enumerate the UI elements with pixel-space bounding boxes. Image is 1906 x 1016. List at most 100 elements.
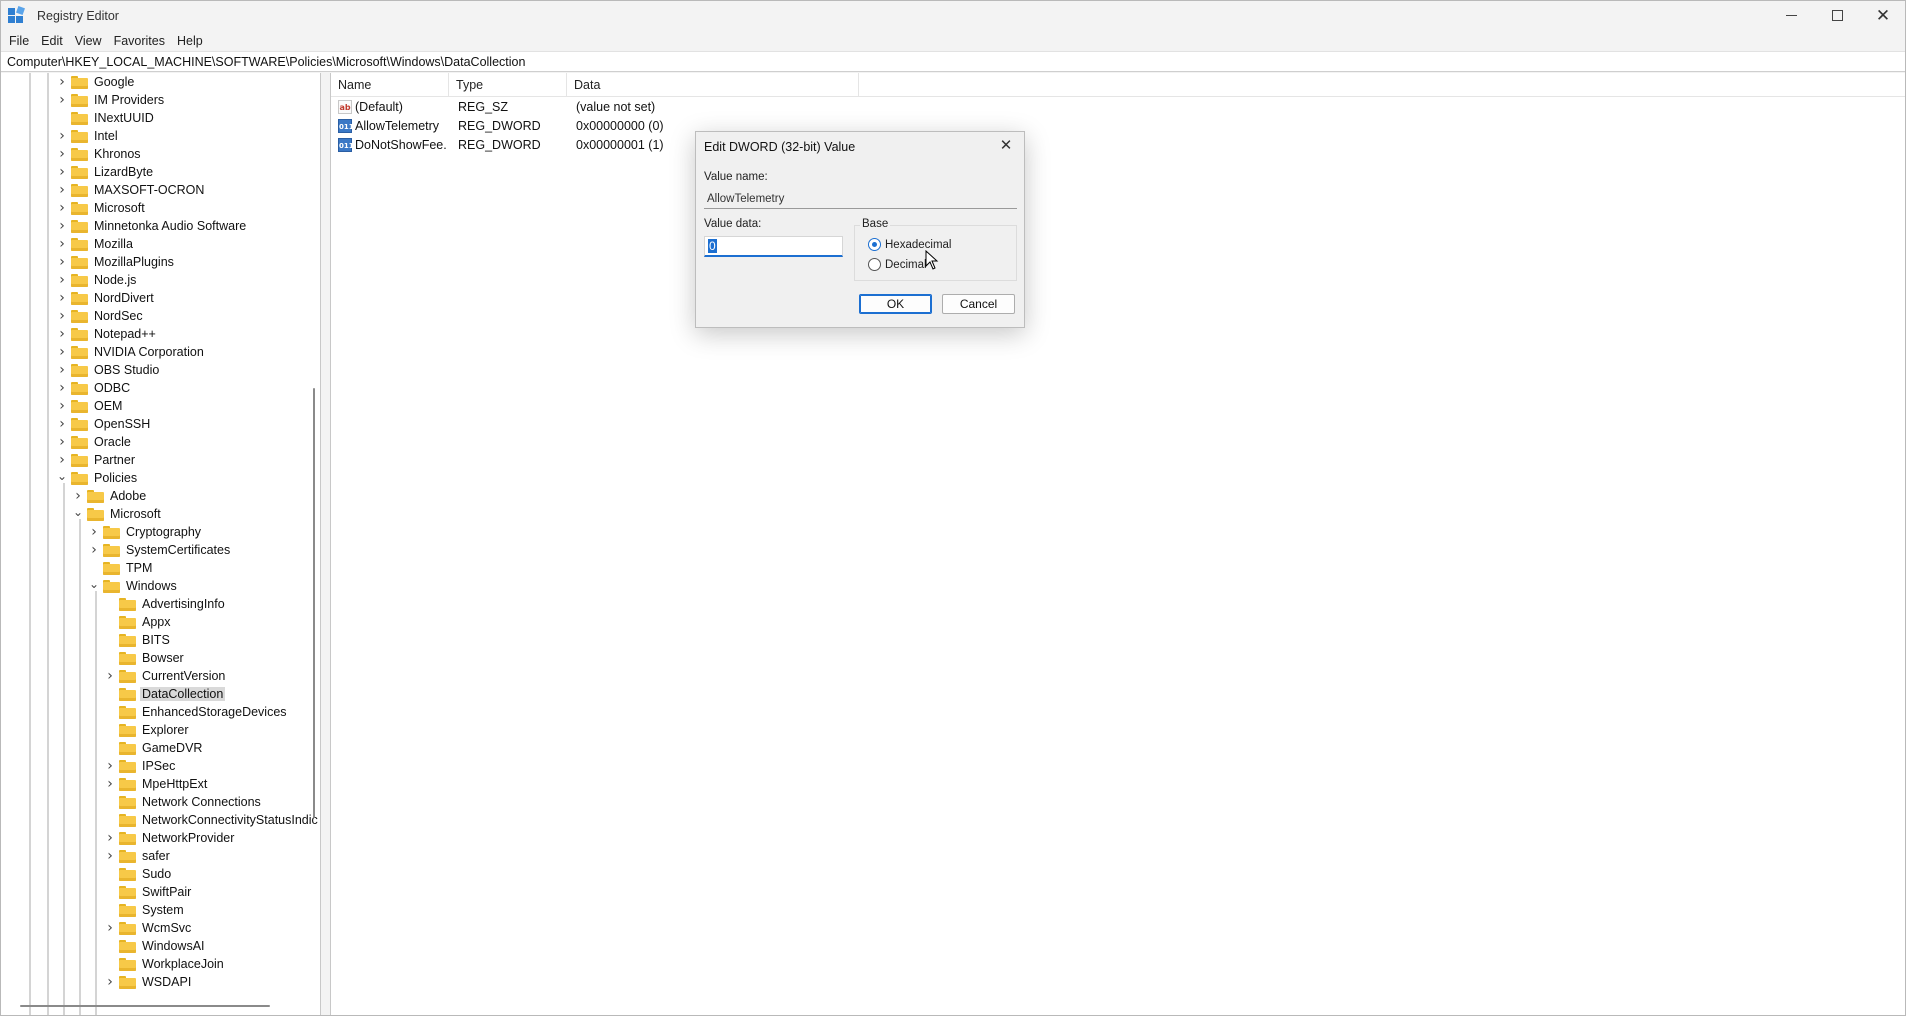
cancel-button[interactable]: Cancel: [942, 294, 1015, 314]
chevron-right-icon[interactable]: ›: [104, 829, 116, 847]
tree-node[interactable]: ⌄ Windows: [88, 577, 179, 595]
chevron-right-icon[interactable]: ›: [104, 775, 116, 793]
tree-node[interactable]: › OEM: [56, 397, 124, 415]
chevron-right-icon[interactable]: ›: [88, 523, 100, 541]
chevron-right-icon[interactable]: ›: [56, 415, 68, 433]
tree-node[interactable]: › Cryptography: [88, 523, 203, 541]
tree-node[interactable]: ⌄ Policies: [56, 469, 139, 487]
chevron-right-icon[interactable]: ›: [56, 451, 68, 469]
minimize-button[interactable]: [1768, 0, 1814, 31]
chevron-right-icon[interactable]: ›: [88, 541, 100, 559]
address-bar[interactable]: Computer\HKEY_LOCAL_MACHINE\SOFTWARE\Pol…: [0, 51, 1906, 72]
close-window-button[interactable]: ✕: [1860, 0, 1906, 31]
chevron-right-icon[interactable]: ›: [56, 73, 68, 91]
chevron-right-icon[interactable]: ›: [56, 289, 68, 307]
column-type-header[interactable]: Type: [449, 73, 567, 97]
tree-vertical-scrollbar[interactable]: [313, 388, 315, 818]
chevron-down-icon[interactable]: ⌄: [72, 505, 84, 523]
chevron-right-icon[interactable]: ›: [56, 271, 68, 289]
tree-node[interactable]: › WSDAPI: [104, 973, 193, 991]
tree-node[interactable]: › Oracle: [56, 433, 133, 451]
tree-node[interactable]: Sudo: [104, 865, 173, 883]
tree-horizontal-scrollbar[interactable]: [20, 1005, 270, 1007]
radio-decimal[interactable]: Decimal: [868, 258, 927, 271]
column-name-header[interactable]: Name: [331, 73, 449, 97]
value-data-input[interactable]: 0: [704, 236, 843, 257]
tree-node[interactable]: › MpeHttpExt: [104, 775, 209, 793]
tree-node[interactable]: › OpenSSH: [56, 415, 152, 433]
menu-view[interactable]: View: [69, 34, 108, 48]
tree-node[interactable]: › LizardByte: [56, 163, 155, 181]
registry-key-tree[interactable]: › Google › IM Providers INextUUID › Intel › Khro…: [0, 73, 321, 1016]
tree-node[interactable]: › NetworkProvider: [104, 829, 236, 847]
tree-node[interactable]: › Node.js: [56, 271, 138, 289]
tree-node[interactable]: › IM Providers: [56, 91, 166, 109]
chevron-right-icon[interactable]: ›: [56, 397, 68, 415]
tree-node[interactable]: › Minnetonka Audio Software: [56, 217, 248, 235]
tree-node[interactable]: AdvertisingInfo: [104, 595, 227, 613]
tree-node[interactable]: BITS: [104, 631, 172, 649]
tree-node[interactable]: › WcmSvc: [104, 919, 193, 937]
chevron-down-icon[interactable]: ⌄: [56, 469, 68, 487]
chevron-right-icon[interactable]: ›: [56, 361, 68, 379]
chevron-right-icon[interactable]: ›: [104, 757, 116, 775]
tree-node[interactable]: › CurrentVersion: [104, 667, 227, 685]
tree-node[interactable]: Network Connections: [104, 793, 263, 811]
chevron-right-icon[interactable]: ›: [104, 847, 116, 865]
tree-node[interactable]: TPM: [88, 559, 154, 577]
menu-favorites[interactable]: Favorites: [108, 34, 171, 48]
tree-node[interactable]: WindowsAI: [104, 937, 207, 955]
menu-help[interactable]: Help: [171, 34, 209, 48]
chevron-right-icon[interactable]: ›: [56, 379, 68, 397]
tree-node[interactable]: › NordSec: [56, 307, 145, 325]
chevron-down-icon[interactable]: ⌄: [88, 577, 100, 595]
chevron-right-icon[interactable]: ›: [104, 973, 116, 991]
chevron-right-icon[interactable]: ›: [56, 181, 68, 199]
value-row[interactable]: ab (Default) REG_SZ (value not set): [331, 98, 1091, 117]
tree-node[interactable]: Explorer: [104, 721, 191, 739]
tree-node[interactable]: Bowser: [104, 649, 186, 667]
chevron-right-icon[interactable]: ›: [56, 145, 68, 163]
chevron-right-icon[interactable]: ›: [56, 91, 68, 109]
tree-node[interactable]: › NordDivert: [56, 289, 156, 307]
tree-node[interactable]: › Google: [56, 73, 136, 91]
tree-node[interactable]: › NVIDIA Corporation: [56, 343, 206, 361]
tree-node[interactable]: › ODBC: [56, 379, 132, 397]
chevron-right-icon[interactable]: ›: [56, 163, 68, 181]
tree-node[interactable]: System: [104, 901, 186, 919]
tree-node[interactable]: › Intel: [56, 127, 120, 145]
tree-node[interactable]: DataCollection: [104, 685, 226, 703]
tree-node[interactable]: › OBS Studio: [56, 361, 161, 379]
ok-button[interactable]: OK: [859, 294, 932, 314]
tree-node[interactable]: › Partner: [56, 451, 137, 469]
tree-node[interactable]: Appx: [104, 613, 173, 631]
menu-file[interactable]: File: [3, 34, 35, 48]
tree-node[interactable]: › IPSec: [104, 757, 177, 775]
tree-node[interactable]: › SystemCertificates: [88, 541, 232, 559]
tree-node[interactable]: › Microsoft: [56, 199, 147, 217]
tree-node[interactable]: › Khronos: [56, 145, 143, 163]
tree-node[interactable]: › MozillaPlugins: [56, 253, 176, 271]
tree-node[interactable]: INextUUID: [56, 109, 156, 127]
tree-node[interactable]: › Mozilla: [56, 235, 135, 253]
chevron-right-icon[interactable]: ›: [56, 433, 68, 451]
chevron-right-icon[interactable]: ›: [56, 199, 68, 217]
values-list[interactable]: Name Type Data ab (Default) REG_SZ (value n…: [330, 73, 1906, 1016]
menu-edit[interactable]: Edit: [35, 34, 69, 48]
chevron-right-icon[interactable]: ›: [56, 127, 68, 145]
chevron-right-icon[interactable]: ›: [72, 487, 84, 505]
chevron-right-icon[interactable]: ›: [56, 343, 68, 361]
chevron-right-icon[interactable]: ›: [56, 235, 68, 253]
tree-node[interactable]: › Notepad++: [56, 325, 158, 343]
chevron-right-icon[interactable]: ›: [56, 307, 68, 325]
chevron-right-icon[interactable]: ›: [56, 253, 68, 271]
chevron-right-icon[interactable]: ›: [56, 325, 68, 343]
column-data-header[interactable]: Data: [567, 73, 859, 97]
tree-node[interactable]: NetworkConnectivityStatusIndic: [104, 811, 320, 829]
chevron-right-icon[interactable]: ›: [104, 919, 116, 937]
tree-node[interactable]: › Adobe: [72, 487, 148, 505]
maximize-button[interactable]: [1814, 0, 1860, 31]
tree-node[interactable]: › safer: [104, 847, 172, 865]
chevron-right-icon[interactable]: ›: [56, 217, 68, 235]
tree-node[interactable]: WorkplaceJoin: [104, 955, 226, 973]
